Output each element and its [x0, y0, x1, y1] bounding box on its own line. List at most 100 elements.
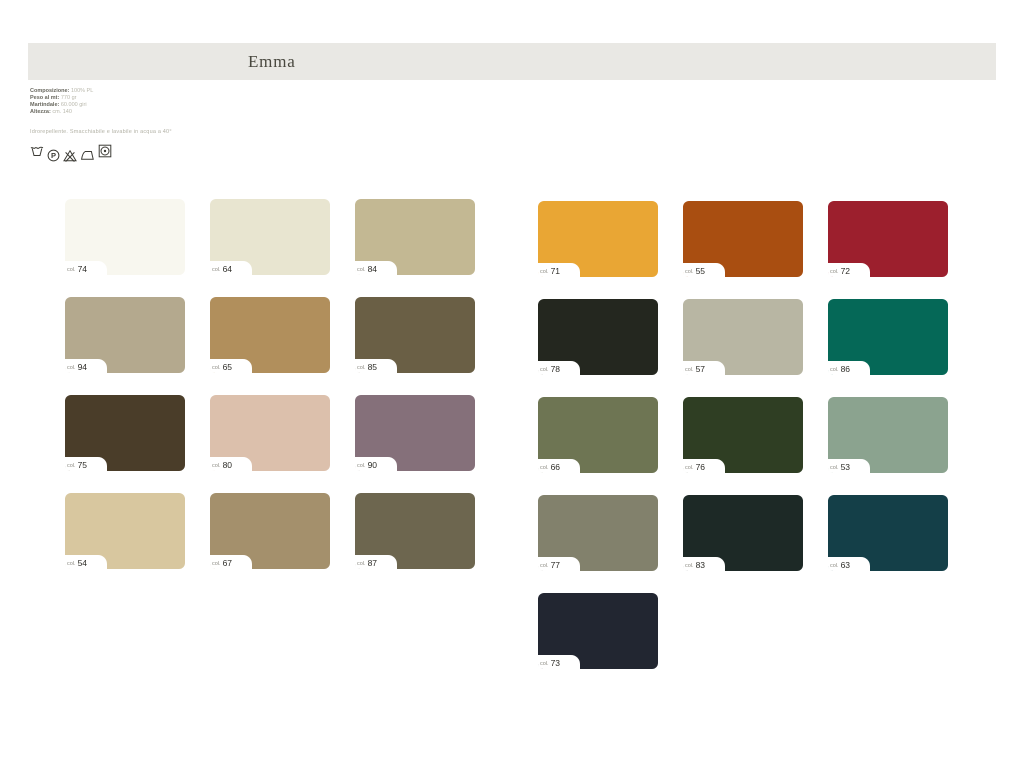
fabric-swatch-71: col.71 [538, 201, 658, 277]
fabric-swatch-84: col.84 [355, 199, 475, 275]
swatch-label-prefix: col. [212, 462, 221, 470]
swatch-label: col.72 [828, 263, 870, 277]
swatch-label-number: 85 [368, 363, 377, 372]
swatch-label: col.54 [65, 555, 107, 569]
swatch-label-number: 75 [78, 461, 87, 470]
swatch-label-prefix: col. [357, 462, 366, 470]
swatch-label-prefix: col. [212, 266, 221, 274]
swatch-label-number: 80 [223, 461, 232, 470]
swatch-label: col.65 [210, 359, 252, 373]
swatch-label-prefix: col. [540, 268, 549, 276]
swatch-label-prefix: col. [830, 464, 839, 472]
swatch-label-number: 76 [696, 463, 705, 472]
fabric-swatch-74: col.74 [65, 199, 185, 275]
fabric-swatch-64: col.64 [210, 199, 330, 275]
spec-value: 100% PL [71, 88, 93, 94]
swatch-label-number: 55 [696, 267, 705, 276]
swatch-label-number: 65 [223, 363, 232, 372]
fabric-swatch-85: col.85 [355, 297, 475, 373]
spec-line: Martindale: 60.000 giri [30, 102, 93, 109]
fabric-swatch-55: col.55 [683, 201, 803, 277]
swatch-label-prefix: col. [67, 266, 76, 274]
swatch-label-number: 83 [696, 561, 705, 570]
swatch-label: col.77 [538, 557, 580, 571]
swatch-label: col.55 [683, 263, 725, 277]
fabric-note: Idrorepellente. Smacchiabile e lavabile … [30, 129, 172, 135]
swatch-label-number: 87 [368, 559, 377, 568]
swatch-label-prefix: col. [685, 268, 694, 276]
fabric-swatch-90: col.90 [355, 395, 475, 471]
swatch-label-prefix: col. [540, 562, 549, 570]
spec-line: Peso al mt: 770 gr [30, 95, 93, 102]
swatch-label: col.85 [355, 359, 397, 373]
fabric-swatch-86: col.86 [828, 299, 948, 375]
fabric-swatch-53: col.53 [828, 397, 948, 473]
swatch-label-prefix: col. [67, 462, 76, 470]
swatch-label: col.53 [828, 459, 870, 473]
fabric-swatch-83: col.83 [683, 495, 803, 571]
swatch-label: col.90 [355, 457, 397, 471]
swatch-label-number: 90 [368, 461, 377, 470]
fabric-swatch-65: col.65 [210, 297, 330, 373]
swatch-label: col.63 [828, 557, 870, 571]
swatch-label-prefix: col. [67, 560, 76, 568]
fabric-swatch-78: col.78 [538, 299, 658, 375]
swatch-label: col.71 [538, 263, 580, 277]
swatch-label-prefix: col. [357, 560, 366, 568]
fabric-swatch-57: col.57 [683, 299, 803, 375]
swatch-label-prefix: col. [685, 366, 694, 374]
swatch-label-number: 77 [551, 561, 560, 570]
fabric-swatch-73: col.73 [538, 593, 658, 669]
swatch-label-number: 53 [841, 463, 850, 472]
dry-clean-p-icon: P [47, 149, 60, 162]
swatch-label-prefix: col. [830, 366, 839, 374]
spec-label: Peso al mt: [30, 95, 61, 101]
header-bar: Emma [28, 43, 996, 80]
no-bleach-icon [63, 149, 77, 162]
swatch-label-number: 64 [223, 265, 232, 274]
swatch-label-number: 78 [551, 365, 560, 374]
swatch-label: col.73 [538, 655, 580, 669]
swatch-group-right: col.71col.55col.72col.78col.57col.86col.… [538, 201, 948, 669]
wash-tub-icon [30, 144, 44, 157]
swatch-label-prefix: col. [685, 562, 694, 570]
swatch-label-prefix: col. [212, 560, 221, 568]
swatch-label-number: 57 [696, 365, 705, 374]
page-title: Emma [28, 43, 996, 80]
swatch-label: col.76 [683, 459, 725, 473]
fabric-swatch-94: col.94 [65, 297, 185, 373]
spec-value: cm. 140 [52, 109, 72, 115]
fabric-swatch-77: col.77 [538, 495, 658, 571]
spec-label: Altezza: [30, 109, 52, 115]
fabric-swatch-75: col.75 [65, 395, 185, 471]
iron-icon [80, 149, 95, 161]
fabric-swatch-87: col.87 [355, 493, 475, 569]
fabric-swatch-76: col.76 [683, 397, 803, 473]
swatch-label: col.64 [210, 261, 252, 275]
fabric-specs: Composizione: 100% PLPeso al mt: 770 grM… [30, 88, 93, 116]
tumble-dry-icon [98, 144, 112, 158]
swatch-label: col.87 [355, 555, 397, 569]
swatch-label-number: 86 [841, 365, 850, 374]
swatch-label: col.94 [65, 359, 107, 373]
swatch-label-prefix: col. [540, 464, 549, 472]
swatch-label-number: 71 [551, 267, 560, 276]
spec-line: Composizione: 100% PL [30, 88, 93, 95]
swatch-group-left: col.74col.64col.84col.94col.65col.85col.… [65, 199, 475, 569]
fabric-swatch-54: col.54 [65, 493, 185, 569]
swatch-label: col.75 [65, 457, 107, 471]
swatch-label-number: 73 [551, 659, 560, 668]
fabric-swatch-63: col.63 [828, 495, 948, 571]
swatch-label-prefix: col. [830, 562, 839, 570]
swatch-label: col.74 [65, 261, 107, 275]
swatch-label-number: 66 [551, 463, 560, 472]
fabric-swatch-72: col.72 [828, 201, 948, 277]
fabric-swatch-66: col.66 [538, 397, 658, 473]
care-symbols-row: P [30, 144, 112, 162]
svg-text:P: P [51, 151, 56, 160]
swatch-label: col.83 [683, 557, 725, 571]
swatch-label: col.78 [538, 361, 580, 375]
spec-label: Composizione: [30, 88, 71, 94]
swatch-label-prefix: col. [212, 364, 221, 372]
swatch-label-prefix: col. [685, 464, 694, 472]
